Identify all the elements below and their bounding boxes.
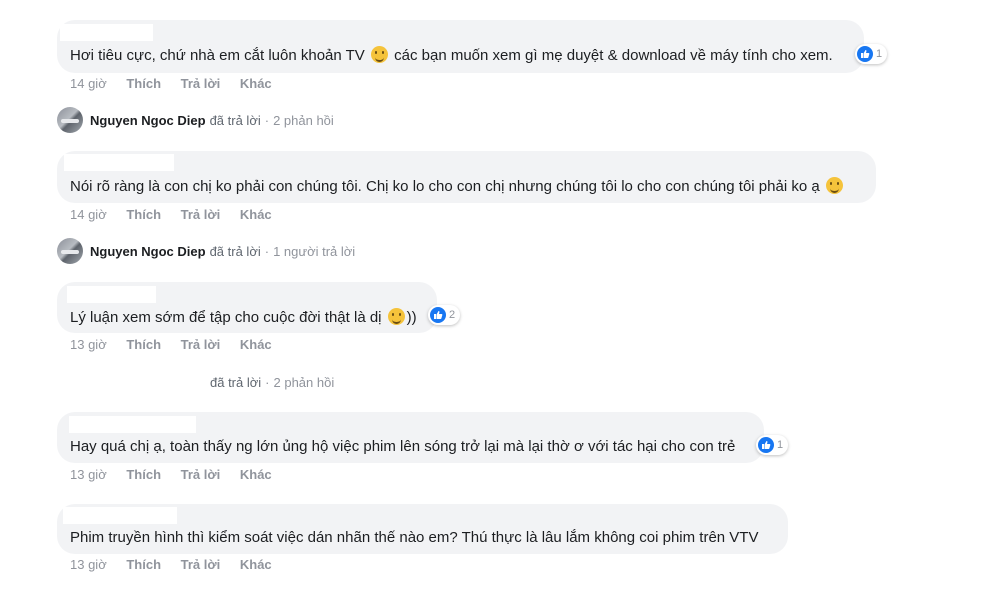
redacted-author-name[interactable] — [64, 154, 174, 171]
redacted-author-name[interactable] — [67, 286, 156, 303]
avatar — [57, 107, 83, 133]
avatar — [57, 238, 83, 264]
more-button[interactable]: Khác — [240, 467, 272, 482]
reply-button[interactable]: Trả lời — [181, 557, 221, 572]
redacted-author-name[interactable] — [60, 24, 153, 41]
reply-verb: đã trả lời — [209, 112, 261, 128]
laughing-squint-emoji-icon — [825, 177, 843, 194]
reply-button[interactable]: Trả lời — [181, 467, 221, 482]
grinning-sweat-emoji-icon — [370, 46, 388, 63]
comment-actions: 13 giờ Thích Trả lời Khác — [70, 557, 288, 572]
comment-actions: 14 giờ Thích Trả lời Khác — [70, 207, 288, 222]
like-count: 1 — [876, 48, 883, 60]
redacted-author-name[interactable] — [69, 416, 196, 433]
more-button[interactable]: Khác — [240, 337, 272, 352]
comment-actions: 14 giờ Thích Trả lời Khác — [70, 76, 288, 91]
reply-verb: đã trả lời — [209, 243, 261, 259]
more-button[interactable]: Khác — [240, 557, 272, 572]
reply-count: 1 người trả lời — [273, 243, 356, 259]
reply-author-name[interactable]: Nguyen Ngoc Diep — [90, 113, 206, 128]
like-count: 2 — [449, 309, 456, 321]
like-reaction-badge[interactable]: 1 — [756, 435, 789, 455]
like-button[interactable]: Thích — [126, 467, 161, 482]
like-button[interactable]: Thích — [126, 337, 161, 352]
reply-button[interactable]: Trả lời — [181, 207, 221, 222]
more-button[interactable]: Khác — [240, 76, 272, 91]
comment-text: Hơi tiêu cực, chứ nhà em cắt luôn khoản … — [70, 46, 833, 64]
thumbs-up-icon — [758, 437, 774, 453]
like-button[interactable]: Thích — [126, 76, 161, 91]
like-count: 1 — [777, 439, 784, 451]
thumbs-up-icon — [430, 307, 446, 323]
reply-count: 2 phản hồi — [273, 375, 335, 390]
reply-button[interactable]: Trả lời — [181, 76, 221, 91]
view-replies-link[interactable]: Nguyen Ngoc Diep đã trả lời · 2 phản hồi — [57, 107, 334, 133]
comment-time[interactable]: 13 giờ — [70, 467, 107, 482]
like-reaction-badge[interactable]: 2 — [428, 305, 461, 325]
redacted-author-name[interactable] — [63, 507, 177, 524]
thumbs-up-icon — [857, 46, 873, 62]
comment-time[interactable]: 14 giờ — [70, 76, 107, 91]
reply-verb: đã trả lời — [210, 375, 262, 390]
comment-text: Phim truyền hình thì kiểm soát việc dán … — [70, 529, 759, 546]
reply-separator: · — [265, 375, 270, 390]
view-replies-link[interactable]: Nguyen Ngoc Diep đã trả lời · 1 người tr… — [57, 238, 355, 264]
comment-text: Hay quá chị ạ, toàn thấy ng lớn ủng hộ v… — [70, 438, 736, 455]
like-button[interactable]: Thích — [126, 207, 161, 222]
comment-actions: 13 giờ Thích Trả lời Khác — [70, 467, 288, 482]
comment-text: Nói rõ ràng là con chị ko phải con chúng… — [70, 177, 845, 196]
more-button[interactable]: Khác — [240, 207, 272, 222]
reply-count: 2 phản hồi — [273, 112, 334, 128]
like-reaction-badge[interactable]: 1 — [855, 44, 888, 64]
reply-button[interactable]: Trả lời — [181, 337, 221, 352]
comment-text: Lý luận xem sớm để tập cho cuộc đời thật… — [70, 308, 417, 326]
comment-actions: 13 giờ Thích Trả lời Khác — [70, 337, 288, 352]
reply-separator: · — [264, 243, 270, 259]
reply-separator: · — [264, 112, 270, 128]
like-button[interactable]: Thích — [126, 557, 161, 572]
comment-time[interactable]: 13 giờ — [70, 557, 107, 572]
reply-author-name[interactable]: Nguyen Ngoc Diep — [90, 244, 206, 259]
comment-time[interactable]: 13 giờ — [70, 337, 107, 352]
comment-time[interactable]: 14 giờ — [70, 207, 107, 222]
slight-smile-emoji-icon — [387, 308, 405, 325]
view-replies-link[interactable]: đã trả lời · 2 phản hồi — [210, 375, 334, 390]
